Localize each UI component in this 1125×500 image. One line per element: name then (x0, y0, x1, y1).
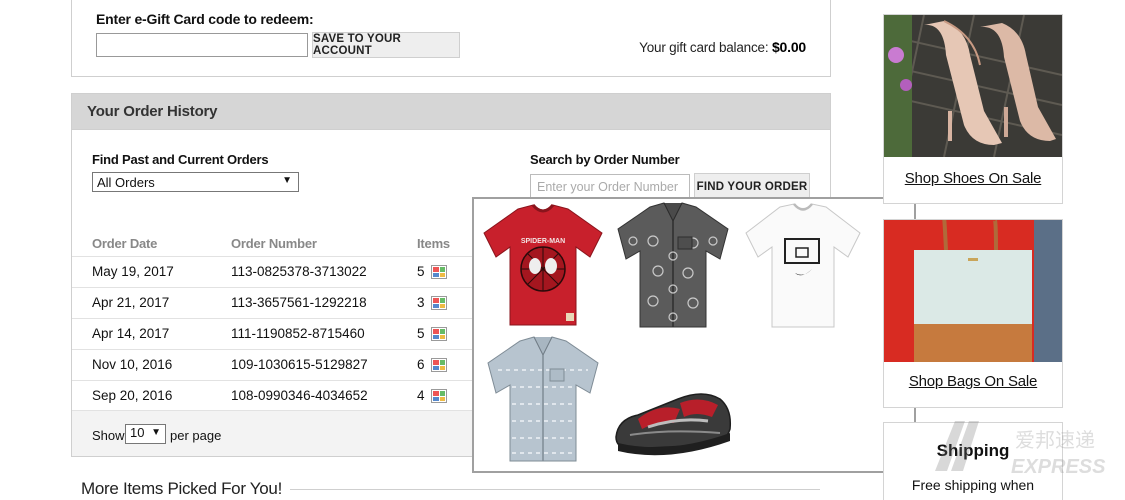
order-date: Apr 21, 2017 (92, 295, 170, 310)
dropdown-arrow-icon: ▼ (282, 175, 292, 186)
order-date: May 19, 2017 (92, 264, 174, 279)
blue-button-shirt-icon[interactable] (478, 335, 608, 465)
watermark-text-en: EXPRESS (1011, 456, 1106, 478)
gift-card-label: Enter e-Gift Card code to redeem: (96, 11, 314, 27)
item-preview-icon[interactable] (431, 265, 447, 279)
col-header-order-date: Order Date (92, 236, 158, 251)
order-history-title: Your Order History (72, 94, 830, 130)
find-order-button[interactable]: FIND YOUR ORDER (694, 173, 810, 200)
bags-promo-card: Shop Bags On Sale (883, 219, 1063, 408)
sport-sandal-icon[interactable] (608, 349, 738, 479)
order-items-count: 6 (417, 357, 425, 372)
balance-label: Your gift card balance: (639, 40, 769, 55)
gift-card-code-input[interactable] (96, 33, 308, 57)
per-page-select[interactable]: 10 ▼ (125, 424, 166, 444)
show-label: Show (92, 428, 125, 443)
shoes-promo-card: Shop Shoes On Sale (883, 14, 1063, 204)
item-preview-icon[interactable] (431, 296, 447, 310)
red-spiderman-tshirt-icon[interactable]: SPIDER-MAN (478, 201, 608, 331)
spiderman-print-text: SPIDER-MAN (521, 238, 565, 245)
item-preview-icon[interactable] (431, 389, 447, 403)
order-number-link[interactable]: 113-0825378-3713022 (231, 264, 367, 279)
order-filter-value: All Orders (97, 174, 155, 190)
order-date: Sep 20, 2016 (92, 388, 173, 403)
watermark-text-cn: 爱邦速递 (1015, 428, 1095, 452)
order-filter-select[interactable]: All Orders ▼ (92, 172, 299, 192)
balance-value: $0.00 (771, 39, 806, 55)
gray-print-shirt-icon[interactable] (608, 201, 738, 331)
shop-bags-link[interactable]: Shop Bags On Sale (884, 373, 1062, 390)
shop-shoes-link[interactable]: Shop Shoes On Sale (884, 170, 1062, 187)
more-items-title: More Items Picked For You! (81, 479, 283, 498)
shoes-promo-image[interactable] (884, 15, 1062, 157)
save-to-account-button[interactable]: SAVE TO YOUR ACCOUNT (312, 32, 460, 58)
section-divider (290, 489, 820, 490)
order-items-count: 3 (417, 295, 425, 310)
item-preview-icon[interactable] (431, 358, 447, 372)
search-order-label: Search by Order Number (530, 152, 680, 167)
gift-card-balance: Your gift card balance: $0.00 (639, 39, 806, 55)
order-items-count: 4 (417, 388, 425, 403)
bags-promo-image[interactable] (884, 220, 1062, 362)
order-date: Nov 10, 2016 (92, 357, 173, 372)
order-number-link[interactable]: 113-3657561-1292218 (231, 295, 367, 310)
per-page-label: per page (170, 428, 222, 443)
col-header-order-number: Order Number (231, 236, 317, 251)
gift-card-panel: Enter e-Gift Card code to redeem: SAVE T… (71, 0, 831, 77)
order-items-count: 5 (417, 326, 425, 341)
item-preview-icon[interactable] (431, 327, 447, 341)
dropdown-arrow-icon: ▼ (151, 427, 161, 438)
order-items-count: 5 (417, 264, 425, 279)
per-page-value: 10 (130, 425, 145, 440)
col-header-items: Items (417, 236, 450, 251)
order-date: Apr 14, 2017 (92, 326, 170, 341)
order-items-popup: SPIDER-MAN (472, 197, 916, 473)
find-orders-label: Find Past and Current Orders (92, 152, 269, 167)
express-watermark-icon: 爱邦速递 EXPRESS (935, 421, 1106, 478)
order-number-link[interactable]: 108-0990346-4034652 (231, 388, 368, 403)
order-number-link[interactable]: 109-1030615-5129827 (231, 357, 368, 372)
white-basketball-tshirt-icon[interactable] (738, 201, 868, 331)
order-number-link[interactable]: 111-1190852-8715460 (231, 326, 365, 341)
